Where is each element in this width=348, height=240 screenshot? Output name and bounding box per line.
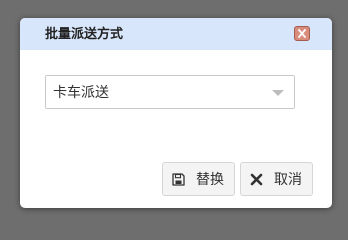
cancel-button-label: 取消 xyxy=(274,172,302,188)
cancel-button[interactable]: 取消 xyxy=(240,162,313,196)
delivery-method-select[interactable]: 卡车派送 xyxy=(45,75,295,109)
save-icon xyxy=(172,173,185,186)
dialog-title: 批量派送方式 xyxy=(45,27,124,42)
close-icon xyxy=(298,29,306,38)
close-button[interactable] xyxy=(294,26,310,41)
batch-delivery-dialog: 批量派送方式 卡车派送 替换 取消 xyxy=(20,18,332,208)
delivery-method-value: 卡车派送 xyxy=(53,85,109,101)
x-icon xyxy=(250,173,263,186)
dialog-titlebar: 批量派送方式 xyxy=(20,18,332,50)
chevron-down-icon xyxy=(272,90,284,96)
replace-button[interactable]: 替换 xyxy=(162,162,235,196)
replace-button-label: 替换 xyxy=(196,172,224,188)
